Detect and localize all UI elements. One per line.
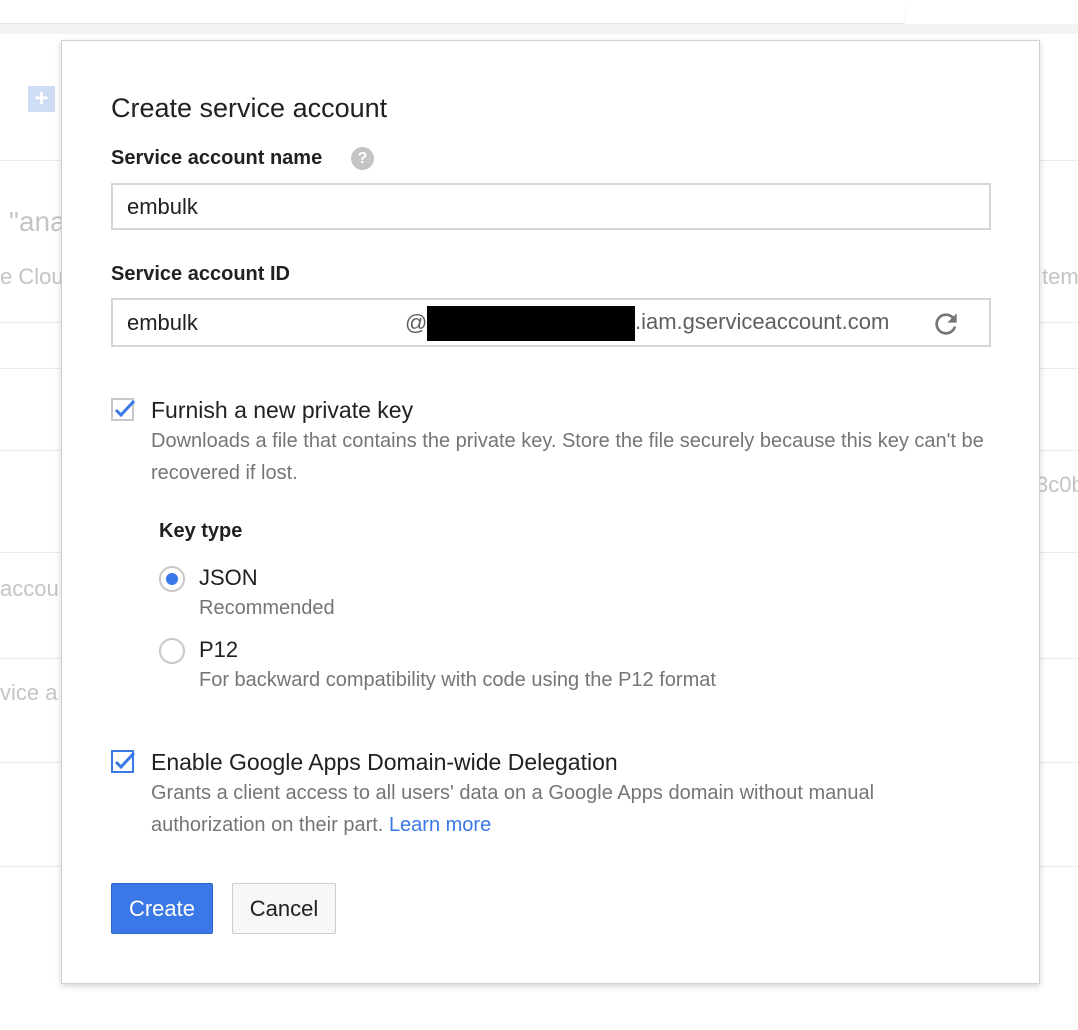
key-type-json-label: JSON <box>199 565 258 590</box>
background-text: "ana <box>9 206 66 237</box>
furnish-private-key-label: Furnish a new private key <box>151 397 414 423</box>
dialog-title: Create service account <box>111 93 388 123</box>
background-top-bar <box>0 0 905 24</box>
domain-wide-delegation-text: Grants a client access to all users' dat… <box>151 782 875 836</box>
learn-more-link[interactable]: Learn more <box>389 814 491 836</box>
key-type-p12-radio[interactable] <box>159 638 185 664</box>
service-account-id-field: @ .iam.gserviceaccount.com <box>111 298 991 347</box>
key-type-json-description: Recommended <box>199 597 335 619</box>
screen: + "ana e Clou tem 3c0b accou vice a Crea… <box>0 0 1078 1030</box>
at-sign: @ <box>405 310 428 335</box>
background-add-icon: + <box>28 86 55 112</box>
create-service-account-dialog: Create service account Service account n… <box>61 40 1040 984</box>
key-type-json-radio[interactable] <box>159 566 185 592</box>
background-text: accou <box>0 576 59 601</box>
help-icon[interactable]: ? <box>351 147 374 170</box>
domain-wide-delegation-description: Grants a client access to all users' dat… <box>151 777 991 841</box>
furnish-private-key-description: Downloads a file that contains the priva… <box>151 430 984 484</box>
service-account-name-label: Service account name <box>111 147 323 169</box>
key-type-p12-label: P12 <box>199 637 239 662</box>
background-text: 3c0b <box>1036 472 1078 497</box>
refresh-icon[interactable] <box>930 308 962 340</box>
cancel-button[interactable]: Cancel <box>232 883 336 934</box>
service-account-id-label: Service account ID <box>111 263 290 285</box>
key-type-p12-description: For backward compatibility with code usi… <box>199 669 716 691</box>
redacted-project-id <box>427 306 635 341</box>
service-account-id-input[interactable] <box>127 300 387 345</box>
service-account-domain-suffix: .iam.gserviceaccount.com <box>635 309 890 334</box>
background-text: e Clou <box>0 264 64 289</box>
background-text: tem <box>1042 264 1078 289</box>
domain-wide-delegation-checkbox[interactable] <box>111 750 136 775</box>
create-button[interactable]: Create <box>111 883 213 934</box>
background-text: vice a <box>0 680 58 705</box>
background-band <box>0 24 1078 34</box>
furnish-private-key-checkbox[interactable] <box>111 398 136 423</box>
service-account-name-input[interactable] <box>111 183 991 230</box>
key-type-label: Key type <box>159 520 243 542</box>
domain-wide-delegation-label: Enable Google Apps Domain-wide Delegatio… <box>151 749 618 775</box>
